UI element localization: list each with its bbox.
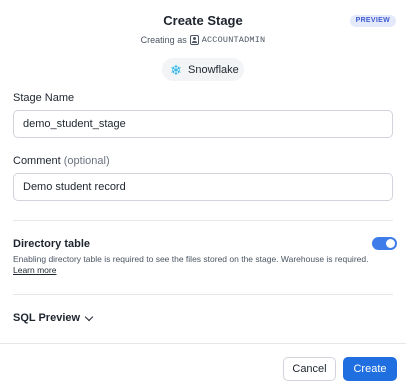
footer-divider <box>0 343 406 344</box>
provider-label: Snowflake <box>188 63 239 76</box>
comment-label-text: Comment <box>13 155 61 167</box>
directory-table-toggle[interactable] <box>372 237 397 250</box>
stage-name-label: Stage Name <box>13 92 75 104</box>
role-name: ACCOUNTADMIN <box>201 35 266 45</box>
preview-badge: PREVIEW <box>349 15 396 27</box>
section-divider <box>13 294 393 295</box>
stage-name-input[interactable] <box>13 110 393 138</box>
chevron-down-icon <box>84 312 94 321</box>
learn-more-link[interactable]: Learn more <box>13 265 56 275</box>
creating-as-prefix: Creating as <box>140 35 187 45</box>
directory-description-text: Enabling directory table is required to … <box>13 254 369 264</box>
sql-preview-toggle[interactable]: SQL Preview <box>13 312 94 324</box>
cancel-button[interactable]: Cancel <box>283 357 336 381</box>
role-icon <box>189 35 199 45</box>
section-divider <box>13 220 393 221</box>
create-button[interactable]: Create <box>343 357 397 381</box>
comment-optional-text: (optional) <box>63 155 110 167</box>
comment-input[interactable] <box>13 173 393 201</box>
dialog-title: Create Stage <box>163 13 243 28</box>
dialog-header: Create Stage PREVIEW Creating as ACCOUNT… <box>0 0 406 90</box>
directory-table-description: Enabling directory table is required to … <box>13 254 383 276</box>
provider-chip: ❄ Snowflake <box>162 58 244 81</box>
directory-table-title: Directory table <box>13 238 91 250</box>
toggle-knob <box>386 239 395 248</box>
sql-preview-label: SQL Preview <box>13 312 81 324</box>
snowflake-icon: ❄ <box>170 61 182 78</box>
creating-as-line: Creating as ACCOUNTADMIN <box>0 35 406 45</box>
comment-label: Comment (optional) <box>13 155 110 167</box>
